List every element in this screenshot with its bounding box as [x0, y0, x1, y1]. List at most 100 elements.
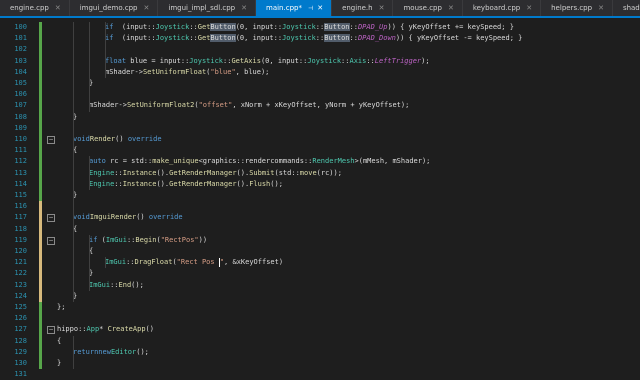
code-token: (std:: — [274, 168, 300, 177]
code-token: float — [105, 56, 127, 65]
code-line[interactable]: 122} — [0, 268, 640, 280]
code-token: (). — [236, 168, 250, 177]
fold-toggle-icon[interactable]: − — [47, 326, 55, 335]
code-line[interactable]: 118{ — [0, 223, 640, 235]
close-icon[interactable]: ✕ — [144, 4, 150, 12]
fold-toggle-icon[interactable]: − — [47, 136, 55, 144]
code-line[interactable]: 109 — [0, 122, 640, 134]
code-text: mShader->SetUniformFloat2("offset", xNor… — [89, 100, 409, 111]
change-marker — [39, 313, 42, 325]
code-token: () — [115, 135, 128, 143]
code-line[interactable]: 126 — [0, 313, 640, 325]
close-icon[interactable]: ✕ — [379, 4, 385, 12]
code-line[interactable]: 124} — [0, 290, 640, 302]
code-token: (rc)); — [316, 168, 342, 177]
tab-main-cpp[interactable]: main.cpp* ⊣ ✕ — [256, 0, 333, 16]
code-line[interactable]: 115} — [0, 190, 640, 202]
code-text: if (ImGui::Begin("RectPos")) — [89, 235, 207, 246]
tab-imgui-demo-cpp[interactable]: imgui_demo.cpp ✕ — [70, 0, 159, 16]
code-token: CreateApp — [107, 325, 146, 334]
line-number: 123 — [14, 280, 27, 289]
close-icon[interactable]: ✕ — [448, 4, 454, 12]
code-line[interactable]: 120{ — [0, 246, 640, 258]
code-token: hippo:: — [57, 325, 87, 334]
code-text: voidRender() override — [73, 134, 162, 145]
code-line[interactable]: 125}; — [0, 302, 640, 314]
code-token: :: — [349, 23, 358, 31]
code-line[interactable]: 113 Engine::Instance().GetRenderManager()… — [0, 167, 640, 179]
tab-imgui-impl-sdl-cpp[interactable]: imgui_impl_sdl.cpp ✕ — [158, 0, 256, 16]
code-token: override — [127, 135, 162, 143]
tab-engine-cpp[interactable]: engine.cpp ✕ — [0, 0, 70, 16]
code-line[interactable]: 104 mShader->SetUniformFloat("blue", blue… — [0, 66, 640, 78]
code-line[interactable]: 106 — [0, 89, 640, 101]
code-token: Joystick — [155, 23, 190, 31]
code-line[interactable]: 112 auto rc = std::make_unique<graphics::… — [0, 156, 640, 168]
code-line[interactable]: 119− if (ImGui::Begin("RectPos")) — [0, 234, 640, 246]
code-token: void — [73, 135, 90, 143]
code-line[interactable]: 128 { — [0, 335, 640, 347]
change-marker — [39, 78, 42, 90]
code-token: } — [57, 359, 62, 367]
code-token: Joystick — [155, 34, 190, 43]
code-token: :: — [349, 34, 358, 43]
code-token: RenderMesh — [312, 157, 355, 166]
code-token: blue = input:: — [126, 56, 190, 65]
tab-mouse-cpp[interactable]: mouse.cpp ✕ — [393, 0, 463, 16]
close-icon[interactable]: ✕ — [598, 4, 604, 12]
line-number: 131 — [14, 370, 27, 379]
change-marker — [39, 234, 42, 246]
code-line[interactable]: 117 − voidImguiRender() override — [0, 212, 640, 224]
code-token: input:: — [126, 34, 156, 43]
pin-icon[interactable]: ⊣ — [308, 5, 313, 12]
code-editor[interactable]: 100 if (input::Joystick::GetButton(0, inp… — [0, 18, 640, 378]
code-line[interactable]: 123 ImGui::End(); — [0, 279, 640, 291]
tab-label: mouse.cpp — [403, 4, 442, 12]
code-token: (). — [156, 179, 170, 188]
code-line[interactable]: 131 — [0, 369, 640, 380]
change-marker — [39, 201, 42, 213]
line-number: 110 — [14, 135, 27, 143]
code-line[interactable]: 111{ — [0, 145, 640, 157]
code-line[interactable]: 105} — [0, 78, 640, 90]
code-token: ); — [421, 56, 430, 65]
code-line[interactable]: 103 float blue = input::Joystick::GetAxis… — [0, 55, 640, 67]
code-line[interactable]: 102 — [0, 44, 640, 56]
code-line[interactable]: 101 if (input::Joystick::GetButton(0, inp… — [0, 33, 640, 45]
code-line[interactable]: 116 — [0, 201, 640, 213]
code-line[interactable]: 110 − voidRender() override — [0, 134, 640, 146]
code-line[interactable]: 121 ImGui::DragFloat("Rect Pos ", &xKeyOf… — [0, 257, 640, 269]
tab-helpers-cpp[interactable]: helpers.cpp ✕ — [541, 0, 613, 16]
code-line[interactable]: 129 returnnewEditor(); — [0, 346, 640, 358]
code-token: :: — [315, 23, 325, 31]
close-icon[interactable]: ✕ — [241, 4, 247, 12]
code-token: ImGui — [105, 258, 127, 267]
close-icon[interactable]: ✕ — [526, 4, 532, 12]
tab-engine-h[interactable]: engine.h ✕ — [332, 0, 394, 16]
code-text: mShader->SetUniformFloat("blue", blue); — [105, 67, 269, 78]
code-line[interactable]: 100 if (input::Joystick::GetButton(0, inp… — [0, 22, 640, 34]
fold-toggle-icon[interactable]: − — [47, 214, 55, 223]
line-number: 129 — [14, 347, 27, 356]
code-line[interactable]: 127 − hippo::App* CreateApp() — [0, 324, 640, 336]
tab-shader-cpp[interactable]: shader.cpp✕ — [613, 0, 640, 16]
code-token: "Rect Pos — [176, 258, 219, 267]
change-marker — [39, 257, 42, 269]
code-token: App — [86, 325, 100, 334]
code-token: End — [118, 280, 132, 289]
tab-keyboard-cpp[interactable]: keyboard.cpp ✕ — [463, 0, 542, 16]
close-icon[interactable]: ✕ — [55, 4, 61, 12]
fold-toggle-icon[interactable]: − — [47, 236, 55, 245]
code-line[interactable]: 107 mShader->SetUniformFloat2("offset", x… — [0, 100, 640, 112]
line-number: 103 — [14, 56, 27, 65]
code-token: Button — [210, 34, 236, 43]
indent-guide — [73, 335, 74, 370]
close-icon[interactable]: ✕ — [317, 4, 323, 12]
tab-label: engine.h — [342, 4, 373, 12]
code-line[interactable]: 114 Engine::Instance().GetRenderManager()… — [0, 178, 640, 190]
code-token: )) { yKeyOffset += keySpeed; } — [387, 23, 514, 31]
change-marker — [39, 33, 42, 45]
code-line[interactable]: 108} — [0, 111, 640, 123]
code-text: { — [57, 336, 61, 347]
code-token: )) — [198, 235, 208, 244]
